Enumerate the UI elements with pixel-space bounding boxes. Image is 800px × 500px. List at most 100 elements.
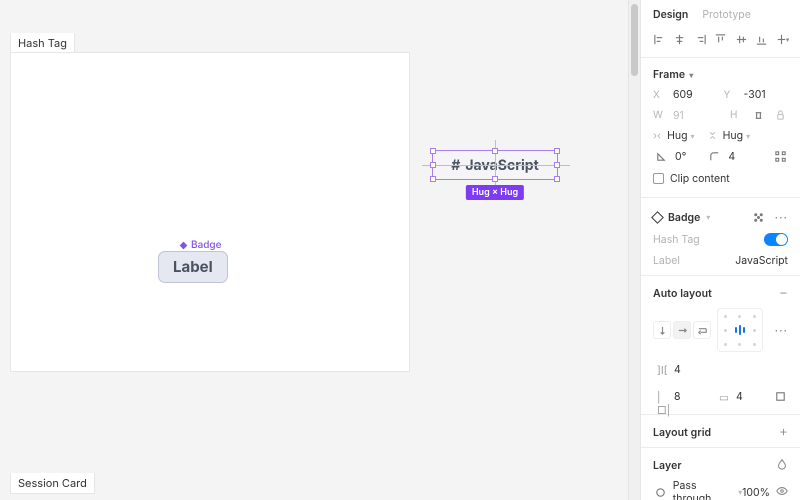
section-frame: Frame ▾	[641, 62, 800, 85]
label-w: W	[653, 109, 667, 121]
align-left-icon[interactable]	[651, 31, 667, 47]
prop-label-row: Label JavaScript	[641, 250, 800, 271]
tab-design[interactable]: Design	[653, 8, 688, 21]
frame-resize-row: ›‹ Hug▾ ›‹ Hug▾	[641, 126, 800, 145]
section-layoutgrid: Layout grid +	[641, 419, 800, 443]
resize-handle-mr[interactable]	[554, 162, 560, 168]
scrollbar-thumb[interactable]	[631, 4, 638, 76]
autolayout-more-icon[interactable]: ···	[775, 323, 788, 338]
section-layer: Layer	[641, 452, 800, 477]
component-instance-icon	[651, 211, 664, 224]
clip-content-checkbox[interactable]	[653, 173, 664, 184]
radius-icon	[706, 148, 722, 164]
align-distribute-icon[interactable]: ▾	[774, 31, 790, 47]
panel-scrollbar[interactable]	[628, 0, 640, 500]
layer-blend-row: Pass through ▾ 100%	[641, 477, 800, 500]
inspector-tabs: Design Prototype	[641, 0, 800, 27]
layer-title: Layer	[653, 459, 682, 472]
clip-content-label: Clip content	[670, 172, 730, 185]
resize-h-value[interactable]: Hug	[667, 129, 687, 142]
component-icon	[179, 241, 188, 250]
pad-h-icon: |□|	[657, 391, 669, 403]
gap-icon: ]I[	[657, 364, 669, 376]
align-right-icon[interactable]	[692, 31, 708, 47]
label-x: X	[653, 89, 667, 101]
prop-hashtag-toggle[interactable]	[764, 233, 788, 246]
resize-v-icon: ›‹	[706, 131, 719, 139]
resize-handle-br[interactable]	[554, 176, 560, 182]
blend-value[interactable]: Pass through	[673, 479, 733, 500]
opacity-value[interactable]: 100%	[742, 486, 770, 499]
blend-icon	[653, 484, 668, 500]
frame-label-sessioncard[interactable]: Session Card	[10, 473, 95, 494]
pad-v-value[interactable]: 4	[736, 390, 743, 403]
al-vertical-icon[interactable]	[653, 321, 671, 339]
resize-mode-pill: Hug × Hug	[466, 185, 524, 200]
align-hcenter-icon[interactable]	[672, 31, 688, 47]
constrain-icon[interactable]	[750, 107, 766, 123]
frame-hashtag[interactable]: Badge Label	[10, 52, 410, 372]
tab-prototype[interactable]: Prototype	[702, 8, 751, 21]
clip-content-row[interactable]: Clip content	[641, 167, 800, 193]
pad-h-value[interactable]: 8	[674, 390, 681, 403]
frame-label-hashtag[interactable]: Hash Tag	[10, 33, 75, 54]
ratio-lock-icon[interactable]	[772, 107, 788, 123]
gap-value[interactable]: 4	[674, 363, 681, 376]
layoutgrid-title: Layout grid	[653, 426, 711, 439]
canvas[interactable]: Hash Tag Badge Label # JavaScript	[0, 0, 628, 500]
layoutgrid-add-icon[interactable]: +	[779, 425, 788, 439]
al-alignment-grid[interactable]	[717, 308, 763, 352]
frame-rotation-row: 0° 4	[641, 145, 800, 167]
label-h: H	[730, 109, 744, 121]
align-top-icon[interactable]	[713, 31, 729, 47]
autolayout-remove-icon[interactable]: −	[779, 286, 788, 300]
resize-handle-bl[interactable]	[430, 176, 436, 182]
component-name[interactable]: Badge	[668, 211, 700, 224]
resize-handle-ml[interactable]	[430, 162, 436, 168]
visibility-icon[interactable]	[776, 485, 788, 500]
resize-handle-tl[interactable]	[430, 148, 436, 154]
corner-detail-icon[interactable]	[772, 148, 788, 164]
selected-instance-box[interactable]: # JavaScript	[432, 150, 558, 180]
al-horizontal-icon[interactable]	[673, 321, 691, 339]
prop-label-value[interactable]: JavaScript	[735, 254, 788, 267]
component-more-icon[interactable]: ···	[775, 210, 788, 225]
badge-chip[interactable]: Label	[158, 251, 228, 283]
al-wrap-icon[interactable]	[693, 321, 711, 339]
resize-handle-tm[interactable]	[492, 148, 498, 154]
canvas-node-label[interactable]: Badge	[179, 239, 222, 251]
chevron-down-icon[interactable]: ▾	[706, 212, 710, 222]
resize-handle-bm[interactable]	[492, 176, 498, 182]
resize-v-value[interactable]: Hug	[723, 129, 743, 142]
resize-handle-tr[interactable]	[554, 148, 560, 154]
autolayout-padding-row: |□|8 ▭4	[641, 383, 800, 410]
guide-horizontal	[422, 165, 570, 166]
align-bottom-icon[interactable]	[754, 31, 770, 47]
section-component: Badge ▾ ···	[641, 202, 800, 229]
autolayout-gap-row: ]I[ 4	[641, 356, 800, 383]
value-y[interactable]: -301	[744, 88, 789, 101]
selected-instance[interactable]: # JavaScript Hug × Hug	[432, 150, 558, 180]
prop-hashtag-label: Hash Tag	[653, 233, 700, 246]
value-rotation[interactable]: 0°	[675, 150, 686, 163]
prop-hashtag-row: Hash Tag	[641, 229, 800, 250]
frame-title: Frame	[653, 68, 685, 81]
chevron-down-icon[interactable]: ▾	[689, 70, 693, 80]
value-x[interactable]: 609	[673, 88, 718, 101]
canvas-node-label-text: Badge	[191, 239, 222, 251]
label-y: Y	[724, 89, 738, 101]
prop-label-label: Label	[653, 254, 680, 267]
align-vcenter-icon[interactable]	[733, 31, 749, 47]
value-w[interactable]: 91	[673, 109, 724, 122]
layer-blendmode-icon[interactable]	[776, 458, 788, 473]
inspector-panel: Design Prototype ▾ Frame ▾ X 609 Y -301 W…	[640, 0, 800, 500]
autolayout-direction-row: ···	[641, 304, 800, 356]
section-autolayout: Auto layout −	[641, 280, 800, 304]
autolayout-title: Auto layout	[653, 287, 712, 300]
frame-size-row: W 91 H	[641, 104, 800, 126]
resize-h-icon: ›‹	[653, 129, 661, 142]
pad-detail-icon[interactable]	[772, 389, 788, 405]
value-radius[interactable]: 4	[728, 150, 735, 163]
swap-instance-icon[interactable]	[751, 209, 767, 225]
angle-icon	[653, 148, 669, 164]
